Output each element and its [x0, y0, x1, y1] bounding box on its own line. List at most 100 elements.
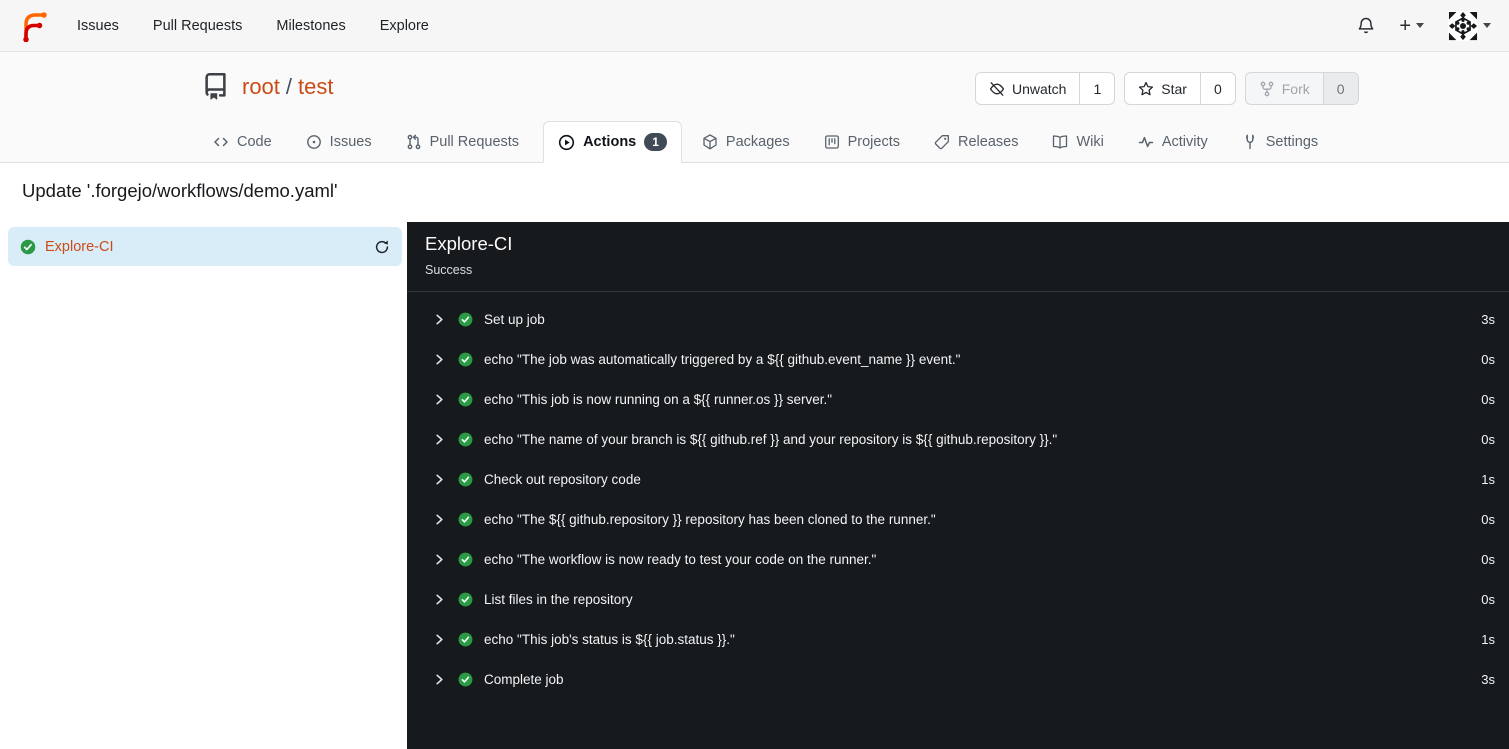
repo-action-buttons: Unwatch 1 Star 0 Fork 0: [975, 72, 1359, 105]
package-icon: [703, 134, 717, 150]
step-row[interactable]: echo "The job was automatically triggere…: [407, 339, 1509, 379]
forgejo-logo-icon[interactable]: [19, 10, 49, 42]
notifications-button[interactable]: [1357, 16, 1375, 35]
chevron-right-icon[interactable]: [433, 513, 447, 526]
check-circle-icon: [458, 632, 473, 647]
chevron-right-icon[interactable]: [433, 313, 447, 326]
job-log-panel: Explore-CI Success Set up job 3s echo "T…: [407, 222, 1509, 749]
chevron-right-icon[interactable]: [433, 553, 447, 566]
caret-down-icon: [1416, 23, 1424, 28]
check-circle-icon: [458, 352, 473, 367]
watch-count[interactable]: 1: [1079, 73, 1114, 104]
sidebar-job-explore-ci[interactable]: Explore-CI: [8, 227, 402, 266]
step-duration: 1s: [1481, 471, 1495, 487]
repo-tabbar: Code Issues Pull Requests Actions 1 Pack…: [203, 120, 1318, 163]
play-circle-icon: [558, 134, 575, 150]
user-menu-button[interactable]: [1448, 10, 1491, 41]
check-circle-icon: [458, 432, 473, 447]
star-count[interactable]: 0: [1199, 73, 1235, 104]
step-name: Set up job: [484, 311, 545, 327]
step-row[interactable]: echo "The workflow is now ready to test …: [407, 539, 1509, 579]
steps-list: Set up job 3s echo "The job was automati…: [407, 292, 1509, 699]
tab-activity[interactable]: Activity: [1128, 121, 1218, 163]
step-name: echo "This job's status is ${{ job.statu…: [484, 631, 735, 647]
chevron-right-icon[interactable]: [433, 433, 447, 446]
code-icon: [214, 137, 228, 147]
fork-label: Fork: [1281, 80, 1310, 97]
chevron-right-icon[interactable]: [433, 393, 447, 406]
check-circle-icon: [458, 592, 473, 607]
step-row[interactable]: Complete job 3s: [407, 659, 1509, 699]
tools-icon: [1245, 134, 1254, 150]
top-navbar: Issues Pull Requests Milestones Explore …: [0, 0, 1509, 52]
step-row[interactable]: echo "This job is now running on a ${{ r…: [407, 379, 1509, 419]
tab-projects[interactable]: Projects: [814, 121, 910, 163]
job-panel-header: Explore-CI Success: [407, 222, 1509, 292]
step-row[interactable]: echo "This job's status is ${{ job.statu…: [407, 619, 1509, 659]
step-row[interactable]: Set up job 3s: [407, 299, 1509, 339]
repo-icon: [202, 72, 229, 101]
repo-title: root / test: [202, 72, 334, 101]
tab-wiki[interactable]: Wiki: [1042, 121, 1113, 163]
repo-owner-link[interactable]: root: [242, 74, 280, 99]
actions-count-badge: 1: [644, 132, 667, 152]
fork-icon: [1259, 81, 1275, 97]
check-circle-icon: [20, 239, 36, 255]
tab-actions[interactable]: Actions 1: [543, 121, 682, 163]
star-button-group: Star 0: [1124, 72, 1236, 105]
chevron-right-icon[interactable]: [433, 353, 447, 366]
check-circle-icon: [458, 512, 473, 527]
nav-item-explore[interactable]: Explore: [380, 18, 429, 34]
step-name: echo "The name of your branch is ${{ git…: [484, 431, 1058, 447]
avatar: [1448, 10, 1478, 41]
tab-code[interactable]: Code: [203, 121, 282, 163]
step-name: Complete job: [484, 671, 564, 687]
repo-name-link[interactable]: test: [298, 74, 333, 99]
step-name: echo "The job was automatically triggere…: [484, 351, 961, 367]
tab-pull-requests[interactable]: Pull Requests: [396, 121, 529, 163]
chevron-right-icon[interactable]: [433, 473, 447, 486]
job-title: Explore-CI: [425, 233, 513, 254]
tag-icon: [934, 135, 949, 150]
pull-request-icon: [407, 134, 420, 150]
main-nav: Issues Pull Requests Milestones Explore: [77, 18, 429, 34]
nav-item-pull-requests[interactable]: Pull Requests: [153, 18, 242, 34]
step-row[interactable]: Check out repository code 1s: [407, 459, 1509, 499]
tab-packages[interactable]: Packages: [692, 121, 800, 163]
step-duration: 3s: [1481, 311, 1495, 327]
step-row[interactable]: echo "The name of your branch is ${{ git…: [407, 419, 1509, 459]
tab-settings[interactable]: Settings: [1232, 121, 1328, 163]
chevron-right-icon[interactable]: [433, 673, 447, 686]
create-new-button[interactable]: +: [1399, 16, 1424, 36]
step-duration: 3s: [1481, 671, 1495, 687]
pulse-icon: [1138, 136, 1154, 148]
unwatch-button[interactable]: Unwatch: [976, 73, 1079, 104]
plus-icon: +: [1399, 14, 1411, 37]
fork-count[interactable]: 0: [1322, 73, 1358, 104]
step-duration: 0s: [1481, 351, 1495, 367]
navbar-right: +: [1357, 10, 1491, 41]
step-name: List files in the repository: [484, 591, 633, 607]
tab-releases[interactable]: Releases: [924, 121, 1028, 163]
check-circle-icon: [458, 312, 473, 327]
tab-issues[interactable]: Issues: [296, 121, 382, 163]
chevron-right-icon[interactable]: [433, 633, 447, 646]
caret-down-icon: [1483, 23, 1491, 28]
book-open-icon: [1053, 135, 1068, 149]
step-row[interactable]: echo "The ${{ github.repository }} repos…: [407, 499, 1509, 539]
star-label: Star: [1161, 80, 1187, 97]
refresh-icon[interactable]: [374, 239, 390, 255]
step-row[interactable]: List files in the repository 0s: [407, 579, 1509, 619]
nav-item-issues[interactable]: Issues: [77, 18, 119, 34]
issue-opened-icon: [306, 135, 321, 149]
step-duration: 0s: [1481, 591, 1495, 607]
fork-button-group: Fork 0: [1244, 72, 1359, 105]
step-name: echo "The workflow is now ready to test …: [484, 551, 877, 567]
page-title: Update '.forgejo/workflows/demo.yaml': [22, 180, 338, 201]
nav-item-milestones[interactable]: Milestones: [276, 18, 345, 34]
step-duration: 1s: [1481, 631, 1495, 647]
star-button[interactable]: Star: [1125, 73, 1200, 104]
fork-button[interactable]: Fork: [1246, 73, 1323, 104]
step-duration: 0s: [1481, 431, 1495, 447]
chevron-right-icon[interactable]: [433, 593, 447, 606]
